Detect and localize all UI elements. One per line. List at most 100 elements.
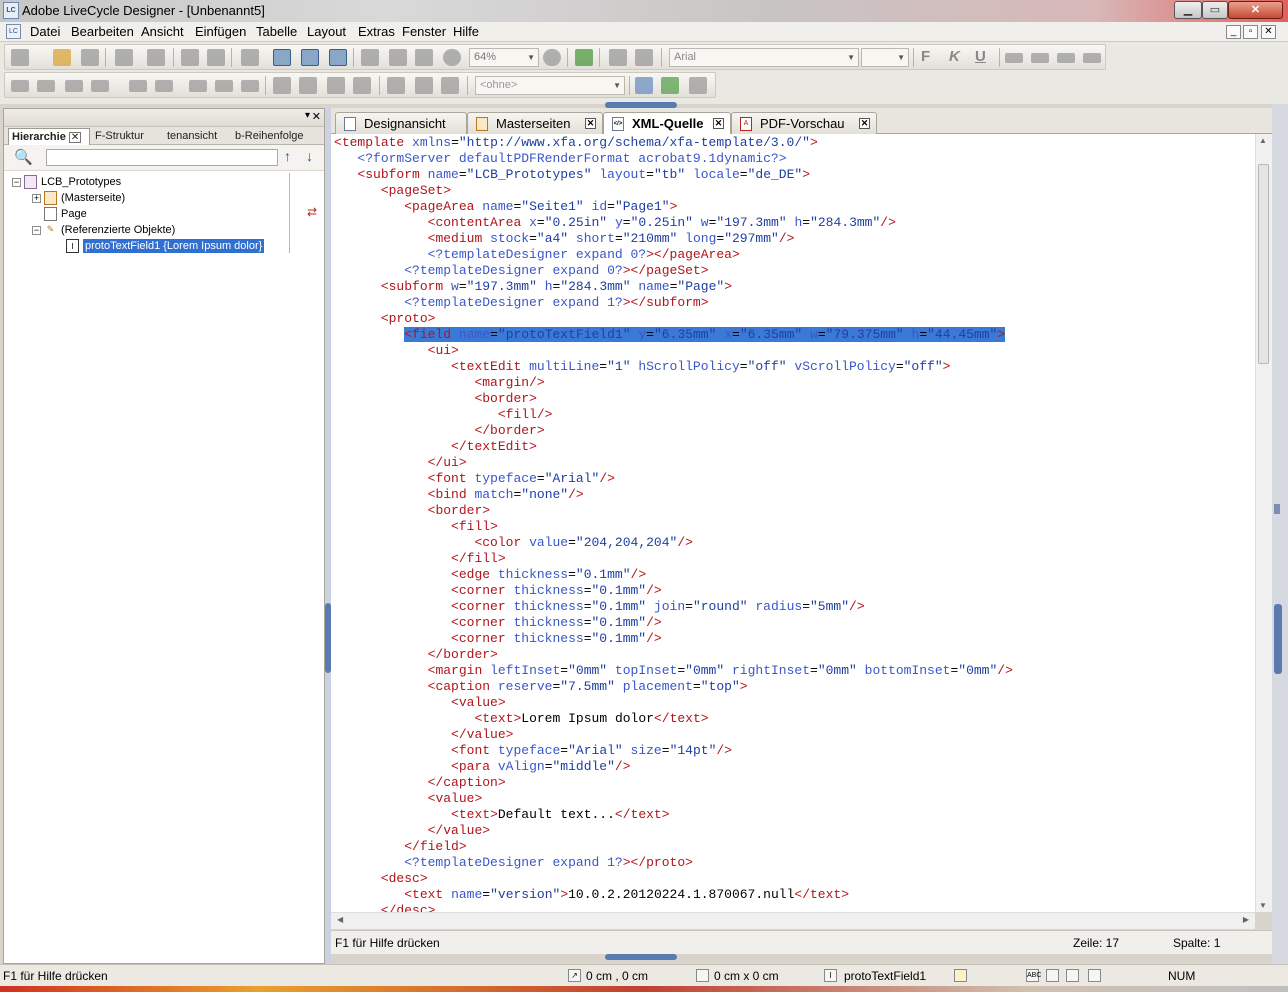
code-line[interactable]: <para vAlign="middle"/>: [334, 759, 631, 775]
redo-icon[interactable]: [207, 49, 225, 66]
code-line[interactable]: </fill>: [334, 551, 506, 567]
align-hcenter-icon[interactable]: [155, 80, 173, 92]
mdi-minimize-button[interactable]: _: [1226, 25, 1241, 39]
scroll-up-icon[interactable]: ▲: [1259, 136, 1267, 145]
code-line[interactable]: <proto>: [334, 311, 436, 327]
align-left-edges-icon[interactable]: [11, 80, 29, 92]
code-line[interactable]: <margin leftInset="0mm" topInset="0mm" r…: [334, 663, 1013, 679]
italic-button[interactable]: K: [949, 48, 960, 65]
code-line[interactable]: <border>: [334, 391, 536, 407]
align-center-icon[interactable]: [1031, 53, 1049, 63]
save-icon[interactable]: [81, 49, 99, 66]
close-button[interactable]: ✕: [1228, 1, 1283, 19]
bring-front-icon[interactable]: [387, 77, 405, 94]
accessibility-icon[interactable]: [1066, 969, 1079, 982]
code-line[interactable]: <textEdit multiLine="1" hScrollPolicy="o…: [334, 359, 950, 375]
code-line[interactable]: <corner thickness="0.1mm"/>: [334, 583, 662, 599]
align-left-icon[interactable]: [1005, 53, 1023, 63]
draw-frame-icon[interactable]: [389, 49, 407, 66]
minimize-button[interactable]: ▁: [1174, 1, 1202, 19]
comment-icon[interactable]: [609, 49, 627, 66]
arrow-up-icon[interactable]: ↑: [284, 148, 291, 164]
wrap-subform-icon[interactable]: [327, 77, 345, 94]
document-icon[interactable]: LC: [6, 24, 21, 39]
code-line[interactable]: </border>: [334, 647, 498, 663]
code-line[interactable]: <caption reserve="7.5mm" placement="top"…: [334, 679, 748, 695]
code-line[interactable]: <template xmlns="http://www.xfa.org/sche…: [334, 135, 818, 151]
check-script-icon[interactable]: [575, 49, 593, 66]
image-icon[interactable]: [635, 49, 653, 66]
tab-close-icon[interactable]: ✕: [713, 118, 724, 129]
code-line[interactable]: <desc>: [334, 871, 428, 887]
tab-close-icon[interactable]: ✕: [859, 118, 870, 129]
new-style-icon[interactable]: [635, 77, 653, 94]
bottom-splitter-grip[interactable]: [605, 954, 677, 960]
font-size-combo[interactable]: ▼: [861, 48, 909, 67]
code-line[interactable]: <pageArea name="Seite1" id="Page1">: [334, 199, 677, 215]
horizontal-scrollbar[interactable]: ◀ ▶: [331, 912, 1255, 929]
bold-button[interactable]: F: [921, 48, 930, 65]
menu-datei[interactable]: Datei: [28, 24, 62, 39]
code-line[interactable]: <margin/>: [334, 375, 544, 391]
menu-tabelle[interactable]: Tabelle: [254, 24, 299, 39]
distribute-h-icon[interactable]: [189, 80, 207, 92]
code-line[interactable]: </border>: [334, 423, 544, 439]
code-line[interactable]: <border>: [334, 503, 490, 519]
grid-icon[interactable]: [273, 49, 291, 66]
maximize-button[interactable]: ▭: [1202, 1, 1228, 19]
code-line[interactable]: </field>: [334, 839, 466, 855]
align-justify-icon[interactable]: [1083, 53, 1101, 63]
new-document-icon[interactable]: [11, 49, 29, 66]
code-line[interactable]: <value>: [334, 695, 506, 711]
tree-item-masterseite[interactable]: + (Masterseite): [32, 191, 125, 207]
object-library-icon[interactable]: ⇄: [307, 205, 321, 219]
align-top-edges-icon[interactable]: [65, 80, 83, 92]
unwrap-icon[interactable]: [353, 77, 371, 94]
open-folder-icon[interactable]: [53, 49, 71, 66]
code-line[interactable]: </value>: [334, 727, 513, 743]
code-line[interactable]: <pageSet>: [334, 183, 451, 199]
code-line[interactable]: <?templateDesigner expand 0?></pageArea>: [334, 247, 740, 263]
mdi-restore-button[interactable]: ▫: [1243, 25, 1258, 39]
code-line[interactable]: <subform w="197.3mm" h="284.3mm" name="P…: [334, 279, 732, 295]
panel-close-icon[interactable]: ✕: [312, 110, 321, 123]
menu-fenster[interactable]: Fenster: [400, 24, 448, 39]
code-line[interactable]: <?templateDesigner expand 1?></subform>: [334, 295, 708, 311]
report-icon[interactable]: [1088, 969, 1101, 982]
find-icon[interactable]: [241, 49, 259, 66]
font-combo[interactable]: Arial ▼: [669, 48, 859, 67]
script-icon[interactable]: [441, 77, 459, 94]
zoom-fit-icon[interactable]: [543, 49, 561, 66]
tab-designansicht[interactable]: Designansicht: [335, 112, 467, 134]
align-right-icon[interactable]: [1057, 53, 1075, 63]
expand-icon[interactable]: +: [32, 193, 41, 203]
code-line[interactable]: <contentArea x="0.25in" y="0.25in" w="19…: [334, 215, 896, 231]
tree-item-page[interactable]: Page: [44, 207, 87, 223]
vertical-scrollbar[interactable]: ▲ ▼: [1255, 134, 1272, 912]
spellcheck-icon[interactable]: ABC: [1026, 969, 1041, 982]
style-combo[interactable]: <ohne> ▼: [475, 76, 625, 95]
code-line[interactable]: </desc>: [334, 903, 436, 912]
code-line[interactable]: <fill/>: [334, 407, 553, 423]
snap-grid-icon[interactable]: [301, 49, 319, 66]
search-icon[interactable]: 🔍: [14, 148, 33, 166]
code-line[interactable]: <value>: [334, 791, 483, 807]
code-line[interactable]: <text>Default text...</text>: [334, 807, 670, 823]
draw-shape-icon[interactable]: [415, 49, 433, 66]
tab-tab-reihenfolge[interactable]: b-Reihenfolge: [232, 128, 322, 145]
group-icon[interactable]: [273, 77, 291, 94]
zoom-combo[interactable]: 64% ▼: [469, 48, 539, 67]
code-line[interactable]: <color value="204,204,204"/>: [334, 535, 693, 551]
code-line[interactable]: <?templateDesigner expand 0?></pageSet>: [334, 263, 708, 279]
tree-item-prototextfield[interactable]: IprotoTextField1 {Lorem Ipsum dolor}: [66, 238, 265, 255]
scroll-thumb[interactable]: [1258, 164, 1269, 364]
code-line[interactable]: </caption>: [334, 775, 506, 791]
underline-button[interactable]: U: [975, 48, 986, 65]
code-line[interactable]: <corner thickness="0.1mm"/>: [334, 631, 662, 647]
code-line-selected[interactable]: <field name="protoTextField1" y="6.35mm"…: [334, 327, 1006, 343]
print-icon[interactable]: [115, 49, 133, 66]
code-line[interactable]: <medium stock="a4" short="210mm" long="2…: [334, 231, 795, 247]
code-line[interactable]: <fill>: [334, 519, 498, 535]
code-line[interactable]: <ui>: [334, 343, 459, 359]
send-back-icon[interactable]: [415, 77, 433, 94]
